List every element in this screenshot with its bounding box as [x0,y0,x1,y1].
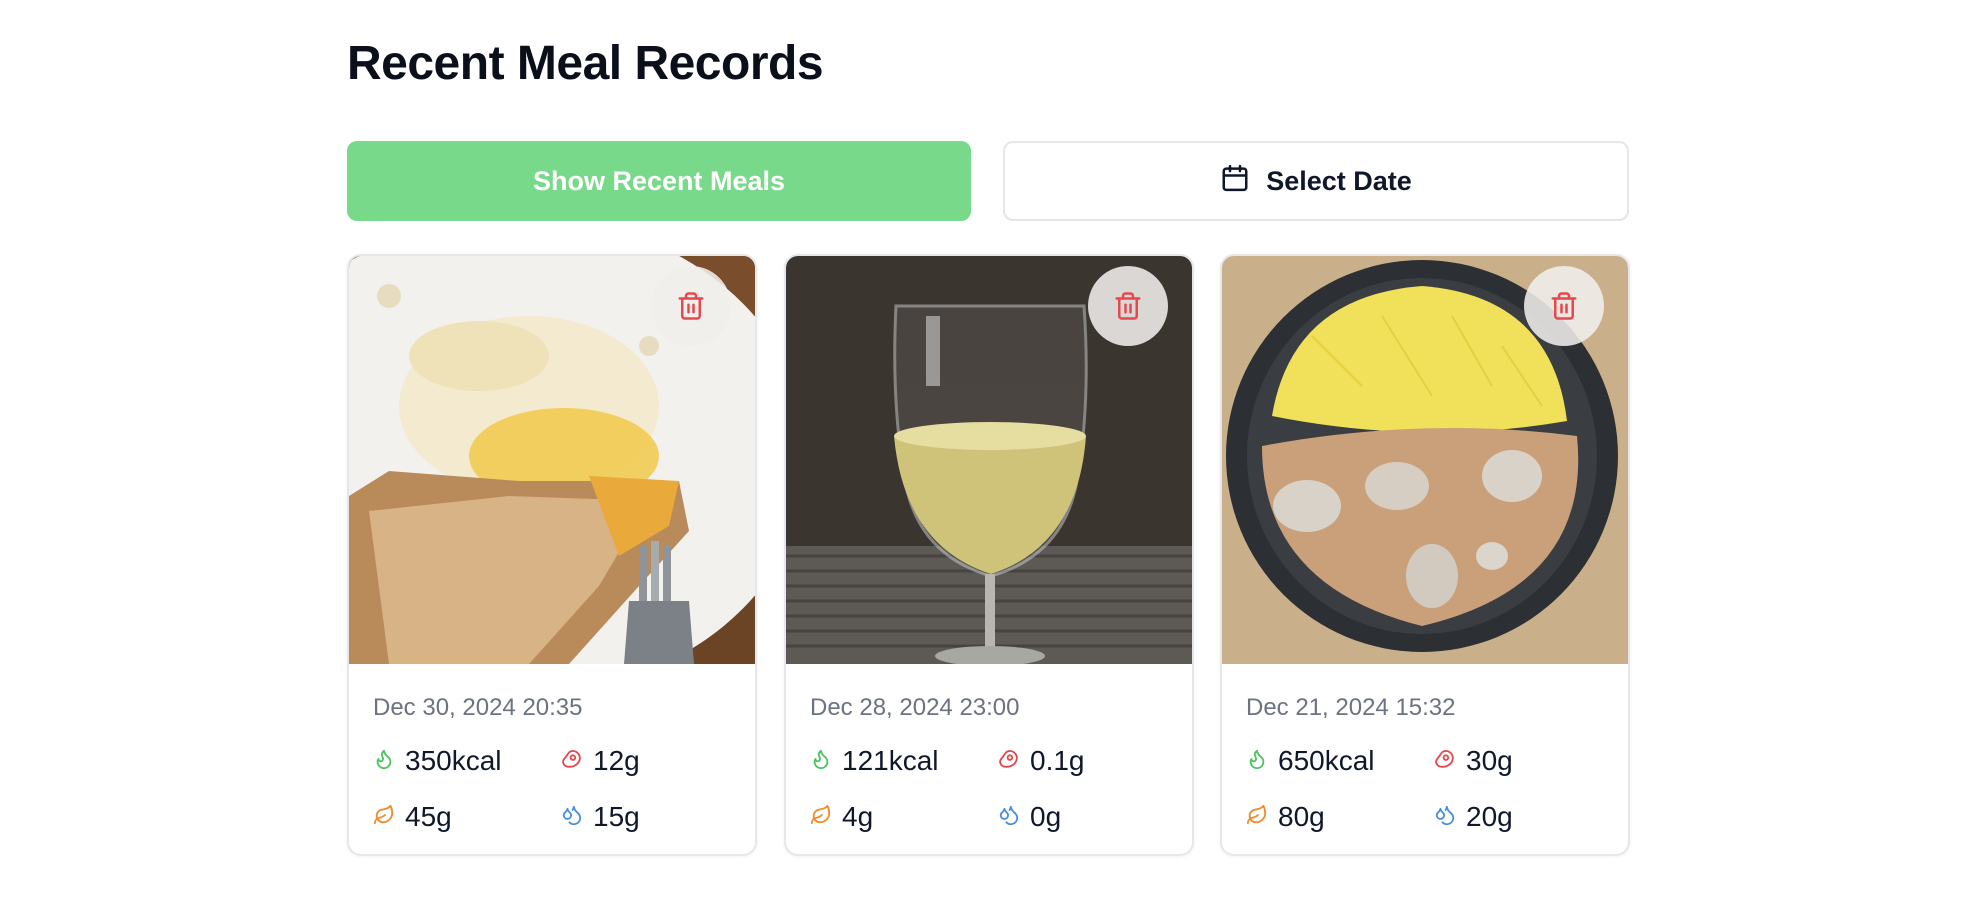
meal-photo [786,256,1192,664]
meal-timestamp: Dec 28, 2024 23:00 [810,694,1020,721]
meal-timestamp: Dec 21, 2024 15:32 [1246,694,1456,721]
delete-meal-button[interactable] [651,266,731,346]
leaf-icon [810,801,842,833]
trash-icon [1549,291,1579,321]
carbs-stat: 80g [1246,800,1434,834]
leaf-icon [1246,801,1278,833]
fat-stat: 20g [1434,800,1622,834]
carbs-stat: 4g [810,800,998,834]
droplets-icon [561,801,593,833]
calories-stat: 350kcal [373,744,561,778]
meat-icon [1434,745,1466,777]
protein-stat: 0.1g [998,744,1186,778]
calendar-icon [1220,163,1266,200]
meat-icon [561,745,593,777]
select-date-label: Select Date [1266,165,1412,196]
trash-icon [1113,291,1143,321]
page-title: Recent Meal Records [347,37,824,90]
protein-value: 30g [1466,745,1513,776]
carbs-stat: 45g [373,800,561,834]
carbs-value: 4g [842,801,874,832]
meal-card[interactable]: Dec 21, 2024 15:32 650kcal 30g 80g 20g [1220,254,1630,856]
meal-card[interactable]: Dec 30, 2024 20:35 350kcal 12g 45g 15g [347,254,757,856]
delete-meal-button[interactable] [1524,266,1604,346]
select-date-button[interactable]: Select Date [1003,141,1629,221]
protein-stat: 12g [561,744,749,778]
trash-icon [676,291,706,321]
meal-card[interactable]: Dec 28, 2024 23:00 121kcal 0.1g 4g 0g [784,254,1194,856]
calories-value: 121kcal [842,745,939,776]
calories-stat: 121kcal [810,744,998,778]
meal-photo [1222,256,1628,664]
carbs-value: 45g [405,801,452,832]
delete-meal-button[interactable] [1088,266,1168,346]
droplets-icon [998,801,1030,833]
protein-value: 12g [593,745,640,776]
fat-stat: 15g [561,800,749,834]
calories-stat: 650kcal [1246,744,1434,778]
show-recent-meals-button[interactable]: Show Recent Meals [347,141,971,221]
calories-value: 350kcal [405,745,502,776]
fat-value: 15g [593,801,640,832]
carbs-value: 80g [1278,801,1325,832]
fat-stat: 0g [998,800,1186,834]
meal-timestamp: Dec 30, 2024 20:35 [373,694,583,721]
leaf-icon [373,801,405,833]
meal-photo [349,256,755,664]
show-recent-meals-label: Show Recent Meals [532,165,786,196]
flame-icon [1246,745,1278,777]
flame-icon [373,745,405,777]
calories-value: 650kcal [1278,745,1375,776]
droplets-icon [1434,801,1466,833]
protein-stat: 30g [1434,744,1622,778]
meat-icon [998,745,1030,777]
protein-value: 0.1g [1030,745,1085,776]
flame-icon [810,745,842,777]
fat-value: 0g [1030,801,1062,832]
fat-value: 20g [1466,801,1513,832]
